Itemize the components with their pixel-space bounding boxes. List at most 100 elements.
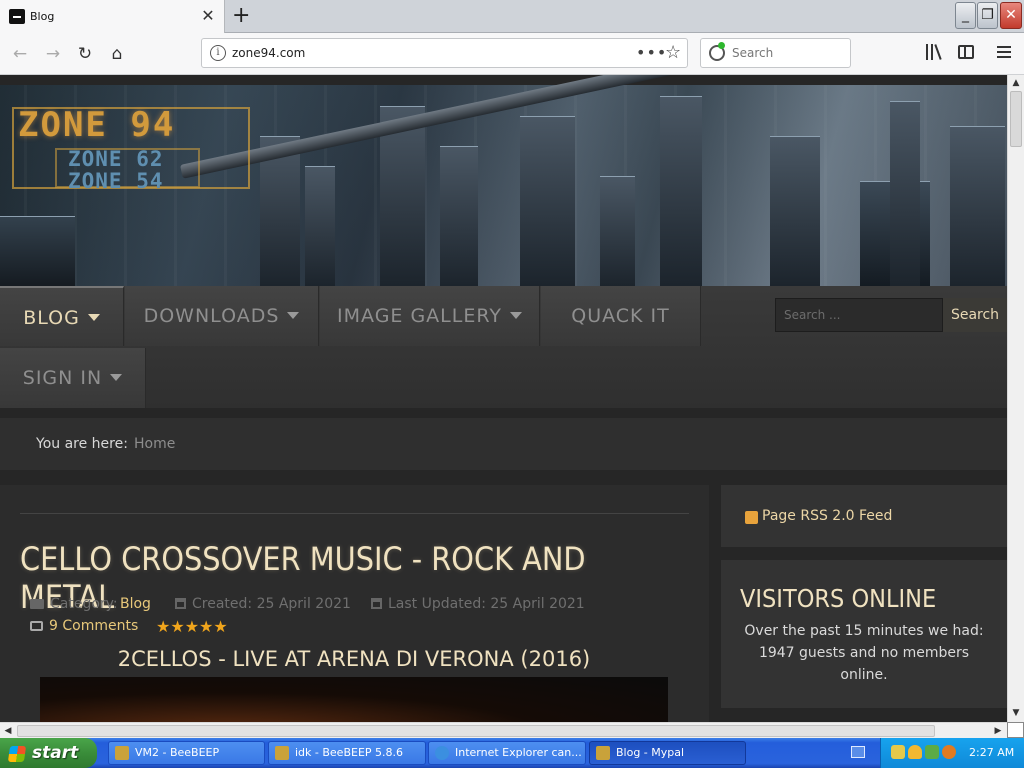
banner-building <box>950 126 1005 286</box>
scroll-right-arrow-icon[interactable]: ▶ <box>990 723 1006 739</box>
tab-close-icon[interactable]: ✕ <box>200 7 216 25</box>
banner-building <box>770 136 820 286</box>
window-close-button[interactable]: ✕ <box>1000 2 1022 29</box>
tray-shield-icon[interactable] <box>908 745 922 759</box>
back-arrow-icon[interactable]: ← <box>7 41 33 67</box>
visitors-text: Over the past 15 minutes we had: 1947 gu… <box>744 623 984 683</box>
calendar-icon <box>371 598 382 609</box>
scroll-up-arrow-icon[interactable]: ▲ <box>1008 75 1024 91</box>
menu-item-downloads[interactable]: DOWNLOADS <box>125 286 319 346</box>
scroll-down-arrow-icon[interactable]: ▼ <box>1008 705 1024 721</box>
embedded-video[interactable] <box>40 677 668 722</box>
new-tab-button[interactable]: + <box>232 4 250 28</box>
taskbar-item-idk-beebeep[interactable]: idk - BeeBEEP 5.8.6 <box>268 741 426 765</box>
visitors-module: VISITORS ONLINE Over the past 15 minutes… <box>721 560 1007 708</box>
caret-down-icon <box>287 312 300 319</box>
rss-feed-link[interactable]: Page RSS 2.0 Feed <box>762 508 892 524</box>
comment-icon <box>30 621 43 631</box>
sidebar-toggle-icon[interactable] <box>958 45 974 59</box>
clock[interactable]: 2:27 AM <box>969 746 1014 759</box>
navigation-toolbar: ← → ↻ ⌂ i zone94.com ••• ☆ Search <box>0 33 1024 75</box>
browser-search-box[interactable]: Search <box>700 38 851 68</box>
comments-count: 9 Comments <box>49 618 139 634</box>
taskbar-item-internet-explorer[interactable]: Internet Explorer can... <box>428 741 586 765</box>
menu-item-label: BLOG <box>23 307 80 329</box>
page-actions-icon[interactable]: ••• <box>636 43 667 62</box>
menu-item-label: IMAGE GALLERY <box>337 305 502 327</box>
banner-building <box>305 166 335 286</box>
task-label: idk - BeeBEEP 5.8.6 <box>295 746 404 759</box>
site-logo-subtitle: ZONE 62 <box>68 147 164 171</box>
tray-search-icon[interactable] <box>942 745 956 759</box>
tab-title: Blog <box>30 10 55 23</box>
rss-module: Page RSS 2.0 Feed <box>721 485 1007 547</box>
banner-building <box>660 96 702 286</box>
browser-tab-blog[interactable]: Blog ✕ <box>0 0 225 34</box>
menu-item-image-gallery[interactable]: IMAGE GALLERY <box>320 286 540 346</box>
taskbar-item-blog-mypal[interactable]: Blog - Mypal <box>589 741 746 765</box>
system-tray: 2:27 AM <box>880 738 1024 768</box>
banner-building <box>520 116 575 286</box>
horizontal-scrollbar[interactable]: ◀ ▶ <box>0 722 1007 738</box>
category-label: Category: <box>50 596 118 612</box>
menu-item-sign-in[interactable]: SIGN IN <box>0 348 146 408</box>
task-label: VM2 - BeeBEEP <box>135 746 220 759</box>
keyboard-icon[interactable] <box>851 746 865 758</box>
search-engine-icon <box>709 42 725 61</box>
tray-network-icon[interactable] <box>925 745 939 759</box>
site-search-input[interactable]: Search ... <box>775 298 943 332</box>
windows-logo-icon <box>7 746 27 762</box>
article-updated-date: Last Updated: 25 April 2021 <box>371 596 585 612</box>
banner-building <box>600 176 635 286</box>
window-minimize-button[interactable]: _ <box>955 2 976 29</box>
site-info-icon[interactable]: i <box>210 45 226 61</box>
window-maximize-button[interactable]: ❐ <box>977 2 998 29</box>
caret-down-icon <box>110 374 123 381</box>
article-created-date: Created: 25 April 2021 <box>175 596 351 612</box>
web-page: ZONE 94 ZONE 62 ZONE 54 BLOG DOWNLOADS I… <box>0 75 1007 722</box>
caret-down-icon <box>509 312 522 319</box>
menu-item-blog[interactable]: BLOG <box>0 286 124 346</box>
rss-icon <box>745 511 758 524</box>
reload-icon[interactable]: ↻ <box>72 41 98 67</box>
site-logo-subtitle: ZONE 54 <box>68 169 164 193</box>
site-favicon-icon <box>9 9 25 24</box>
task-label: Blog - Mypal <box>616 746 685 759</box>
menu-item-label: DOWNLOADS <box>143 305 280 327</box>
main-menu: BLOG DOWNLOADS IMAGE GALLERY QUACK IT SI… <box>0 286 1007 408</box>
tab-strip: Blog ✕ + _ ❐ ✕ <box>0 0 1024 34</box>
taskbar-item-vm2-beebeep[interactable]: VM2 - BeeBEEP <box>108 741 265 765</box>
beebeep-icon <box>275 746 289 760</box>
bookmark-star-icon[interactable]: ☆ <box>665 42 681 63</box>
url-text[interactable]: zone94.com <box>232 46 305 60</box>
created-text: Created: 25 April 2021 <box>192 596 351 612</box>
folder-icon <box>30 599 44 609</box>
vertical-scrollbar[interactable]: ▲ ▼ <box>1007 75 1024 722</box>
article-category: Category: <box>30 596 118 612</box>
internet-explorer-icon <box>435 746 449 760</box>
site-search-button[interactable]: Search <box>943 298 1007 332</box>
caret-down-icon <box>87 314 100 321</box>
vertical-scroll-thumb[interactable] <box>1010 91 1022 147</box>
task-label: Internet Explorer can... <box>455 746 582 759</box>
horizontal-scroll-thumb[interactable] <box>17 725 935 737</box>
browser-search-placeholder: Search <box>732 46 774 60</box>
calendar-icon <box>175 598 186 609</box>
site-logo[interactable]: ZONE 94 <box>18 105 175 145</box>
hamburger-menu-icon[interactable] <box>997 46 1011 58</box>
forward-arrow-icon[interactable]: → <box>40 41 66 67</box>
scrollbar-corner <box>1007 722 1024 738</box>
address-bar[interactable]: i zone94.com ••• ☆ <box>201 38 688 68</box>
banner-building <box>890 101 920 286</box>
category-link[interactable]: Blog <box>120 596 151 612</box>
scroll-left-arrow-icon[interactable]: ◀ <box>0 723 16 739</box>
breadcrumb-home-link[interactable]: Home <box>134 436 175 452</box>
library-icon[interactable] <box>926 44 944 60</box>
video-title: 2CELLOS - LIVE AT ARENA DI VERONA (2016) <box>117 647 591 671</box>
banner-building <box>440 146 478 286</box>
comments-link[interactable]: 9 Comments <box>30 618 138 634</box>
tray-beebeep-icon[interactable] <box>891 745 905 759</box>
home-icon[interactable]: ⌂ <box>104 41 130 67</box>
star-rating[interactable]: ★★★★★ <box>156 617 228 636</box>
menu-item-quack-it[interactable]: QUACK IT <box>541 286 701 346</box>
